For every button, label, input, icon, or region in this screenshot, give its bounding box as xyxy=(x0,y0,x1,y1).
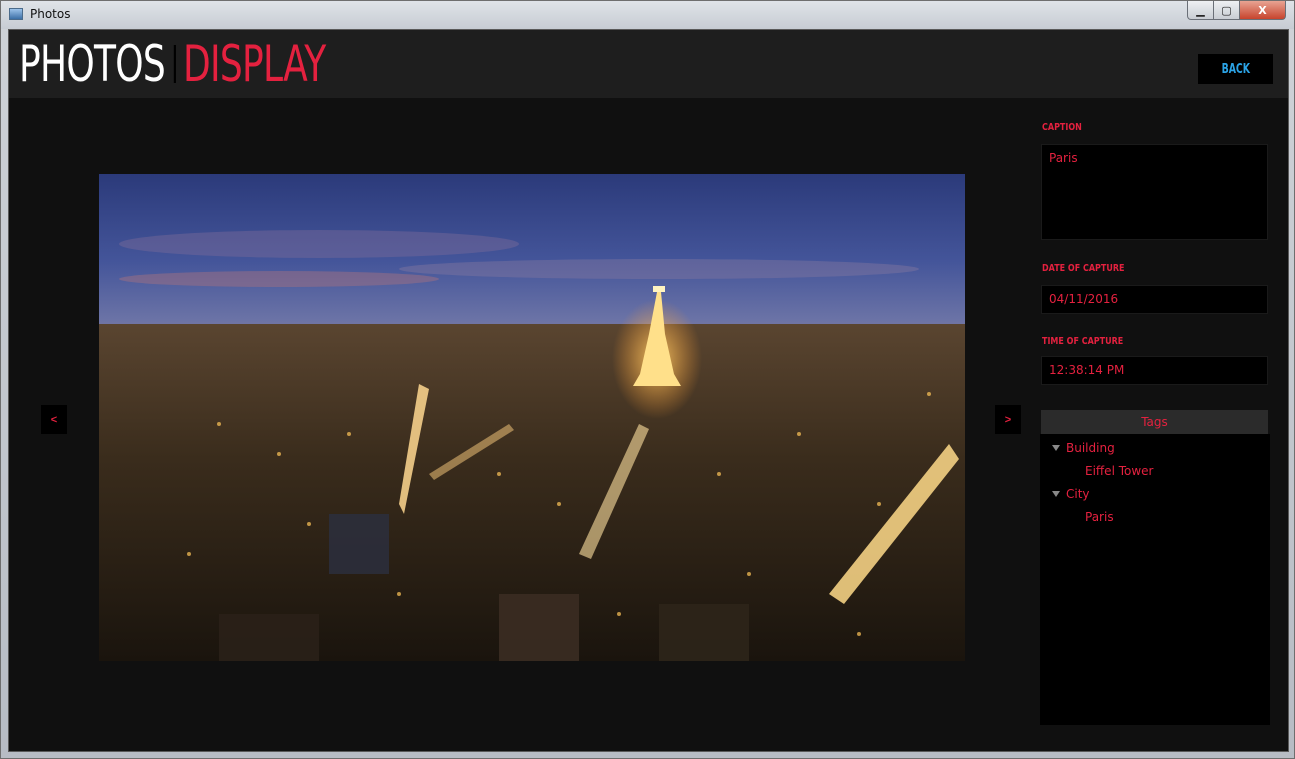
caption-field[interactable]: Paris xyxy=(1041,144,1268,240)
window-title: Photos xyxy=(30,7,71,21)
tree-leaf-paris[interactable]: Paris xyxy=(1085,507,1114,527)
expand-arrow-icon[interactable] xyxy=(1052,491,1060,497)
photo-illustration xyxy=(99,230,965,661)
next-photo-button[interactable]: > xyxy=(995,405,1021,434)
time-of-capture-field[interactable]: 12:38:14 PM xyxy=(1041,356,1268,385)
tree-node-city[interactable]: City xyxy=(1052,484,1090,504)
time-of-capture-label: TIME OF CAPTURE xyxy=(1042,336,1124,347)
caption-label: CAPTION xyxy=(1042,122,1082,133)
title-bar[interactable]: Photos ▁ ▢ X xyxy=(1,1,1294,29)
title-display: DISPLAY xyxy=(182,35,326,93)
tree-node-building[interactable]: Building xyxy=(1052,438,1115,458)
back-button[interactable]: BACK xyxy=(1198,54,1273,84)
close-button[interactable]: X xyxy=(1240,1,1286,20)
title-divider xyxy=(173,45,176,83)
tags-tree[interactable]: Building Eiffel Tower City Paris xyxy=(1040,434,1270,725)
window-controls: ▁ ▢ X xyxy=(1187,1,1286,21)
previous-photo-button[interactable]: < xyxy=(41,405,67,434)
tags-header: Tags xyxy=(1041,410,1268,434)
minimize-button[interactable]: ▁ xyxy=(1187,1,1214,20)
title-photos: PHOTOS xyxy=(19,35,166,93)
app-window: Photos ▁ ▢ X PHOTOS DISPLAY BACK < > CAP… xyxy=(0,0,1295,759)
expand-arrow-icon[interactable] xyxy=(1052,445,1060,451)
date-of-capture-field[interactable]: 04/11/2016 xyxy=(1041,285,1268,314)
back-button-label: BACK xyxy=(1221,61,1250,77)
tree-node-label: Building xyxy=(1066,441,1115,455)
date-of-capture-label: DATE OF CAPTURE xyxy=(1042,263,1125,274)
photo-image xyxy=(99,174,965,661)
tree-leaf-eiffel-tower[interactable]: Eiffel Tower xyxy=(1085,461,1153,481)
tree-node-label: City xyxy=(1066,487,1090,501)
app-icon xyxy=(9,8,23,20)
header-bar: PHOTOS DISPLAY BACK xyxy=(9,30,1288,98)
page-title: PHOTOS DISPLAY xyxy=(19,35,326,93)
maximize-button[interactable]: ▢ xyxy=(1214,1,1240,20)
app-content: PHOTOS DISPLAY BACK < > CAPTION Paris DA… xyxy=(8,29,1289,752)
